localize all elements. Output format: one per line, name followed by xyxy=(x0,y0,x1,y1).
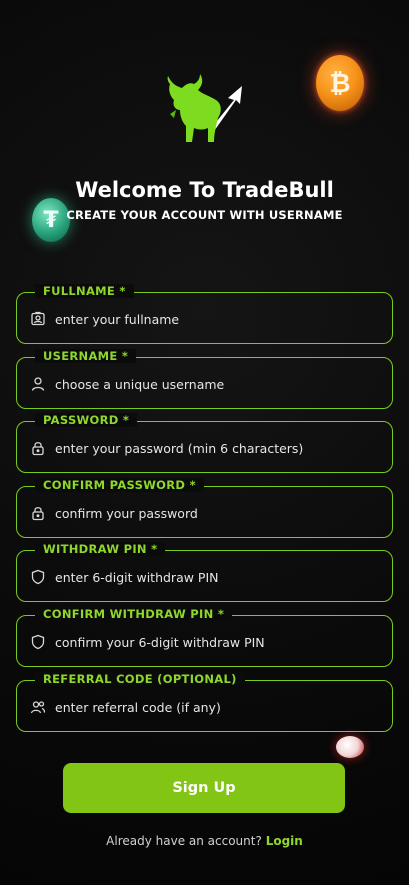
withdraw-pin-label: WITHDRAW PIN * xyxy=(35,542,166,556)
confirm-withdraw-pin-label: CONFIRM WITHDRAW PIN * xyxy=(35,607,233,621)
username-label: USERNAME * xyxy=(35,349,137,363)
login-prompt-text: Already have an account? xyxy=(106,834,262,848)
confirm-withdraw-pin-input[interactable] xyxy=(53,626,382,658)
fullname-input[interactable] xyxy=(53,303,382,335)
shield-icon xyxy=(31,569,45,585)
page-title: Welcome To TradeBull xyxy=(75,178,334,202)
page-subtitle: CREATE YOUR ACCOUNT WITH USERNAME xyxy=(66,208,343,222)
withdraw-pin-input[interactable] xyxy=(53,561,382,593)
password-label: PASSWORD * xyxy=(35,413,138,427)
lock-icon xyxy=(32,507,44,521)
username-field: USERNAME * xyxy=(16,349,393,409)
confirm-password-label: CONFIRM PASSWORD * xyxy=(35,478,204,492)
referral-code-label: REFERRAL CODE (OPTIONAL) xyxy=(35,672,245,686)
decorative-coin-icon xyxy=(336,736,364,758)
user-icon xyxy=(31,377,45,391)
confirm-password-input[interactable] xyxy=(53,497,382,529)
shield-icon xyxy=(31,634,45,650)
id-card-icon xyxy=(31,311,45,326)
username-input[interactable] xyxy=(53,368,382,400)
users-icon xyxy=(30,701,46,714)
bitcoin-coin-icon: ₿ xyxy=(316,55,364,111)
withdraw-pin-field: WITHDRAW PIN * xyxy=(16,542,393,602)
tradebull-logo xyxy=(167,74,242,142)
login-link[interactable]: Login xyxy=(266,834,303,848)
fullname-label: FULLNAME * xyxy=(35,284,134,298)
login-prompt: Already have an account? Login xyxy=(0,834,409,848)
confirm-withdraw-pin-field: CONFIRM WITHDRAW PIN * xyxy=(16,607,393,667)
sign-up-button[interactable]: Sign Up xyxy=(63,763,345,813)
referral-code-field: REFERRAL CODE (OPTIONAL) xyxy=(16,672,393,732)
password-field: PASSWORD * xyxy=(16,413,393,473)
lock-icon xyxy=(32,442,44,456)
confirm-password-field: CONFIRM PASSWORD * xyxy=(16,478,393,538)
fullname-field: FULLNAME * xyxy=(16,284,393,344)
password-input[interactable] xyxy=(53,432,382,464)
referral-code-input[interactable] xyxy=(53,691,382,723)
